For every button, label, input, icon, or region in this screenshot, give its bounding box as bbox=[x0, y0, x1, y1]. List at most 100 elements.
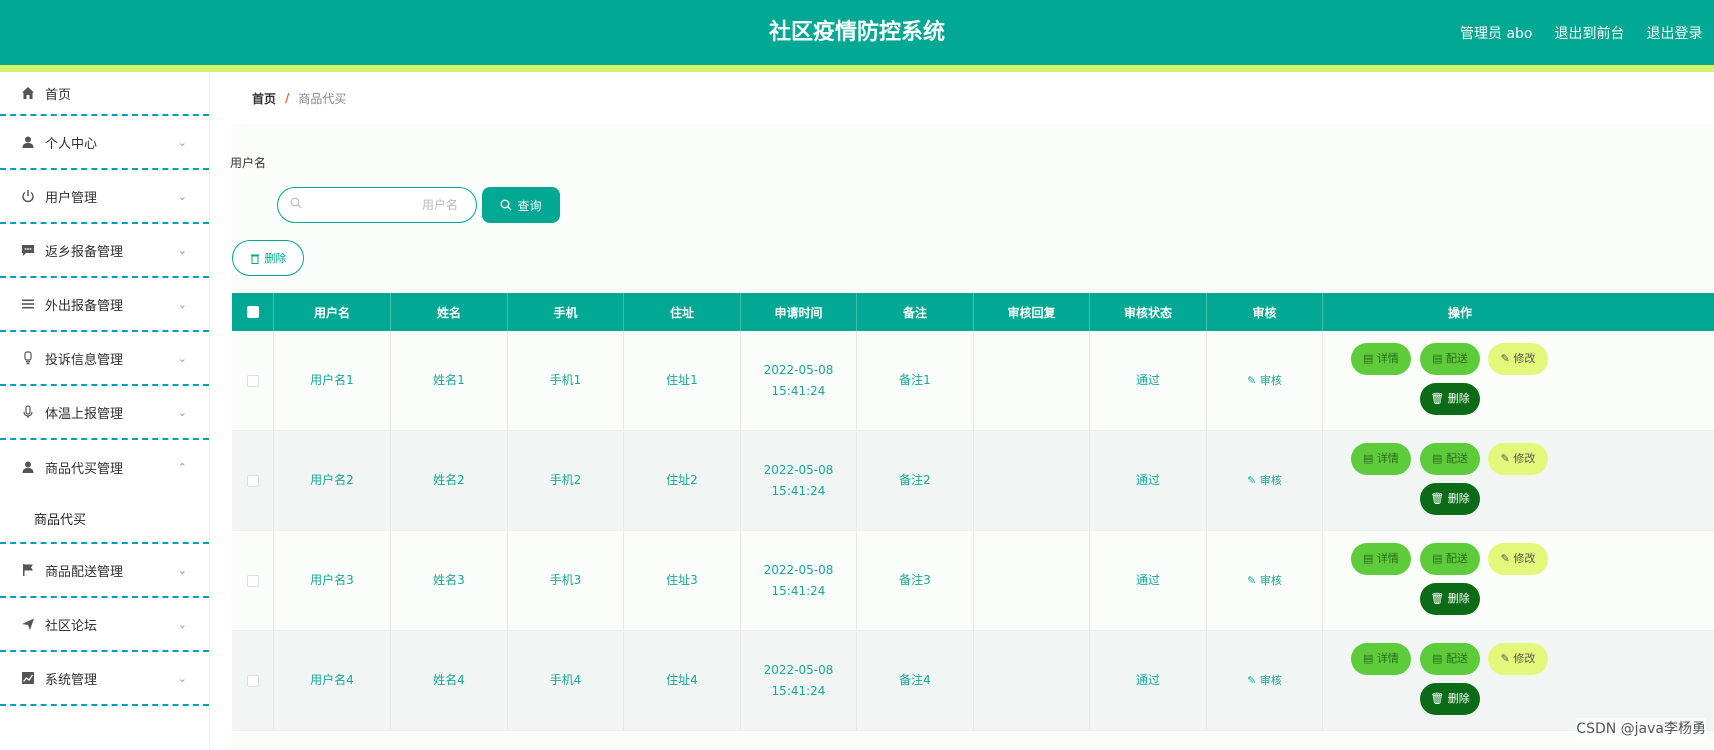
chevron-down-icon: ⌄ bbox=[177, 351, 187, 365]
header-actions: 管理员 abo 退出到前台 退出登录 bbox=[1460, 0, 1714, 65]
document-icon: ▤ bbox=[1363, 352, 1377, 366]
cell-name: 姓名4 bbox=[391, 631, 508, 730]
document-icon: ▤ bbox=[1432, 552, 1446, 566]
power-icon bbox=[20, 188, 36, 204]
sidebar-subitem-proxy-purchase[interactable]: 商品代买 bbox=[0, 494, 209, 544]
deliver-label: 配送 bbox=[1445, 652, 1468, 666]
table-row: 用户名1 姓名1 手机1 住址1 2022-05-08 15:41:24 备注1… bbox=[232, 331, 1714, 431]
cell-name: 姓名3 bbox=[391, 531, 508, 630]
detail-label: 详情 bbox=[1376, 652, 1399, 666]
cell-remark: 备注3 bbox=[857, 531, 974, 630]
sidebar-item-home[interactable]: 首页 bbox=[0, 72, 209, 116]
cell-reply bbox=[974, 331, 1090, 430]
column-header: 审核 bbox=[1207, 293, 1323, 331]
audit-link[interactable]: ✎ 审核 bbox=[1247, 471, 1282, 490]
cell-remark: 备注4 bbox=[857, 631, 974, 730]
column-header: 申请时间 bbox=[741, 293, 857, 331]
sidebar-item-user-management[interactable]: 用户管理 ⌄ bbox=[0, 170, 209, 224]
deliver-button[interactable]: ▤ 配送 bbox=[1420, 443, 1480, 475]
delete-label: 删除 bbox=[1447, 392, 1470, 406]
query-button-label: 查询 bbox=[517, 198, 542, 213]
sidebar-item-system[interactable]: 系统管理 ⌄ bbox=[0, 652, 209, 706]
detail-label: 详情 bbox=[1376, 352, 1399, 366]
edit-button[interactable]: ✎ 修改 bbox=[1488, 543, 1548, 575]
chat-icon bbox=[20, 242, 36, 258]
audit-label: 审核 bbox=[1259, 373, 1282, 387]
sidebar-item-return-report[interactable]: 返乡报备管理 ⌄ bbox=[0, 224, 209, 278]
sidebar-item-label: 首页 bbox=[45, 87, 72, 103]
deliver-button[interactable]: ▤ 配送 bbox=[1420, 543, 1480, 575]
sidebar-item-delivery[interactable]: 商品配送管理 ⌄ bbox=[0, 544, 209, 598]
delete-button[interactable]: 🗑 删除 bbox=[1420, 583, 1480, 615]
edit-button[interactable]: ✎ 修改 bbox=[1488, 343, 1548, 375]
content-panel: 用户名 查询 删除 用户名 姓名 手机 住址 bbox=[230, 124, 1714, 750]
search-input[interactable] bbox=[308, 194, 458, 216]
sidebar-item-outing-report[interactable]: 外出报备管理 ⌄ bbox=[0, 278, 209, 332]
cell-phone: 手机2 bbox=[508, 431, 624, 530]
row-checkbox[interactable] bbox=[246, 374, 259, 387]
row-checkbox-cell bbox=[232, 531, 274, 630]
edit-icon: ✎ bbox=[1500, 352, 1514, 366]
audit-link[interactable]: ✎ 审核 bbox=[1247, 371, 1282, 390]
detail-button[interactable]: ▤ 详情 bbox=[1351, 443, 1411, 475]
mic-icon bbox=[20, 404, 36, 420]
audit-link[interactable]: ✎ 审核 bbox=[1247, 571, 1282, 590]
chevron-down-icon: ⌄ bbox=[177, 563, 187, 577]
deliver-button[interactable]: ▤ 配送 bbox=[1420, 343, 1480, 375]
user-icon bbox=[20, 459, 36, 475]
row-checkbox[interactable] bbox=[246, 474, 259, 487]
search-icon bbox=[290, 197, 302, 212]
sidebar-item-forum[interactable]: 社区论坛 ⌄ bbox=[0, 598, 209, 652]
row-checkbox[interactable] bbox=[246, 674, 259, 687]
cell-username: 用户名1 bbox=[274, 331, 391, 430]
logout-link[interactable]: 退出登录 bbox=[1646, 23, 1702, 43]
sidebar-item-temperature[interactable]: 体温上报管理 ⌄ bbox=[0, 386, 209, 440]
cell-time: 2022-05-08 15:41:24 bbox=[741, 631, 857, 730]
chart-icon bbox=[20, 670, 36, 686]
detail-button[interactable]: ▤ 详情 bbox=[1351, 343, 1411, 375]
breadcrumb-home[interactable]: 首页 bbox=[252, 90, 276, 107]
audit-link[interactable]: ✎ 审核 bbox=[1247, 671, 1282, 690]
row-checkbox-cell bbox=[232, 631, 274, 730]
audit-label: 审核 bbox=[1259, 473, 1282, 487]
table-row: 用户名4 姓名4 手机4 住址4 2022-05-08 15:41:24 备注4… bbox=[232, 631, 1714, 731]
sidebar-item-personal-center[interactable]: 个人中心 ⌄ bbox=[0, 116, 209, 170]
cell-remark: 备注2 bbox=[857, 431, 974, 530]
select-all-checkbox[interactable] bbox=[232, 293, 274, 331]
detail-button[interactable]: ▤ 详情 bbox=[1351, 643, 1411, 675]
delete-label: 删除 bbox=[1447, 592, 1470, 606]
sidebar-item-proxy-purchase[interactable]: 商品代买管理 ⌃ bbox=[0, 440, 209, 494]
query-button[interactable]: 查询 bbox=[482, 187, 560, 223]
edit-button[interactable]: ✎ 修改 bbox=[1488, 643, 1548, 675]
column-header: 审核回复 bbox=[974, 293, 1090, 331]
batch-delete-button[interactable]: 删除 bbox=[232, 240, 304, 276]
delete-button[interactable]: 🗑 删除 bbox=[1420, 383, 1480, 415]
admin-user-label[interactable]: 管理员 abo bbox=[1460, 23, 1532, 43]
document-icon: ▤ bbox=[1432, 652, 1446, 666]
cell-reply bbox=[974, 431, 1090, 530]
audit-label: 审核 bbox=[1259, 673, 1282, 687]
row-checkbox[interactable] bbox=[246, 574, 259, 587]
cell-address: 住址3 bbox=[624, 531, 741, 630]
delete-button[interactable]: 🗑 删除 bbox=[1420, 683, 1480, 715]
column-header: 审核状态 bbox=[1090, 293, 1207, 331]
search-box bbox=[277, 187, 477, 223]
cell-remark: 备注1 bbox=[857, 331, 974, 430]
document-icon: ▤ bbox=[1363, 652, 1377, 666]
edit-button[interactable]: ✎ 修改 bbox=[1488, 443, 1548, 475]
detail-button[interactable]: ▤ 详情 bbox=[1351, 543, 1411, 575]
delete-button[interactable]: 🗑 删除 bbox=[1420, 483, 1480, 515]
edit-icon: ✎ bbox=[1500, 452, 1514, 466]
edit-label: 修改 bbox=[1513, 452, 1536, 466]
sidebar-item-complaint[interactable]: 投诉信息管理 ⌄ bbox=[0, 332, 209, 386]
deliver-button[interactable]: ▤ 配送 bbox=[1420, 643, 1480, 675]
column-header: 用户名 bbox=[274, 293, 391, 331]
back-to-front-link[interactable]: 退出到前台 bbox=[1554, 23, 1624, 43]
document-icon: ▤ bbox=[1363, 452, 1377, 466]
cell-actions: ▤ 详情 ▤ 配送 ✎ 修改 🗑 删除 bbox=[1323, 531, 1597, 631]
edit-label: 修改 bbox=[1513, 552, 1536, 566]
cell-address: 住址2 bbox=[624, 431, 741, 530]
home-icon bbox=[20, 85, 36, 101]
cell-phone: 手机3 bbox=[508, 531, 624, 630]
deliver-label: 配送 bbox=[1445, 552, 1468, 566]
